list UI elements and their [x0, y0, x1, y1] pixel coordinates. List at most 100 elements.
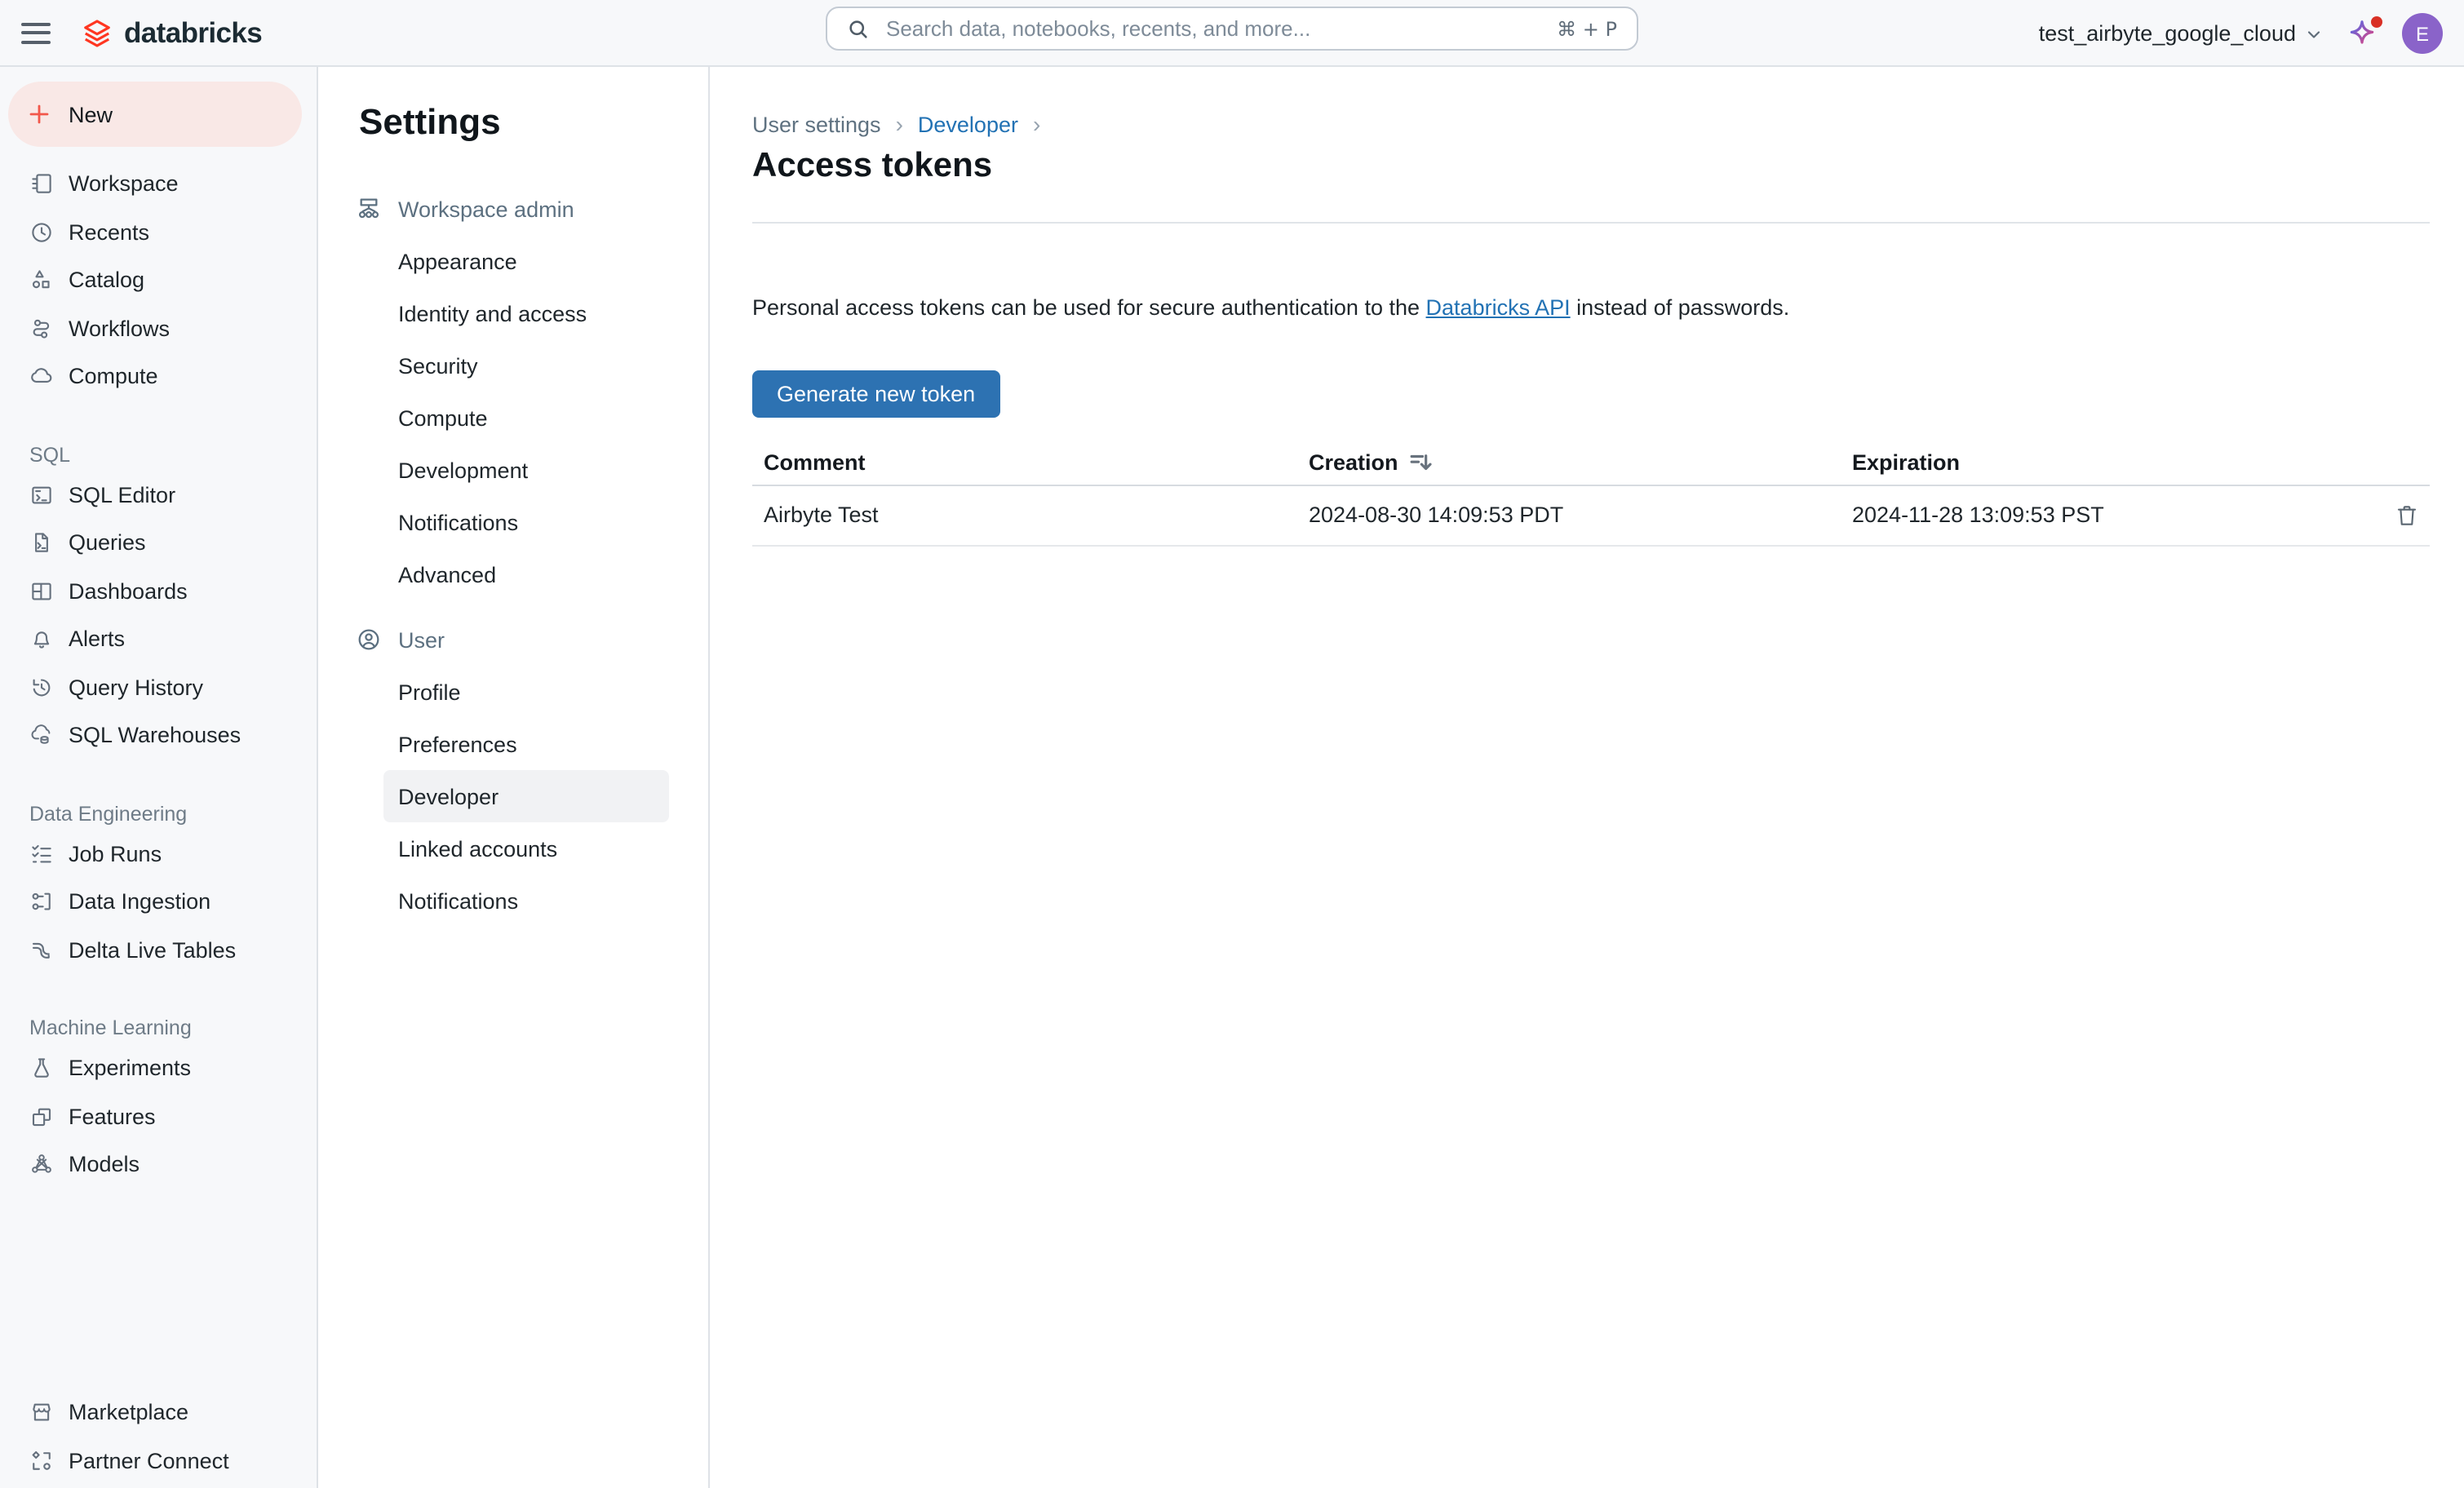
breadcrumb-separator: › — [1033, 111, 1040, 137]
search-input[interactable] — [883, 15, 1544, 42]
settings-nav: Settings Workspace admin Appearance Iden… — [318, 67, 710, 1488]
settings-item-linked-accounts[interactable]: Linked accounts — [318, 822, 708, 875]
sidebar-section-machine-learning: Machine Learning — [0, 1012, 317, 1044]
sidebar-sql-items: SQL Editor Queries Dashboards Alerts — [0, 471, 317, 760]
sidebar-item-label: Experiments — [69, 1056, 191, 1081]
sidebar-item-dashboards[interactable]: Dashboards — [0, 567, 317, 615]
sidebar-item-sql-editor[interactable]: SQL Editor — [0, 471, 317, 519]
sidebar-data-eng-items: Job Runs Data Ingestion Delta Live Table… — [0, 830, 317, 974]
plus-icon — [26, 101, 52, 127]
settings-group-header-workspace-admin[interactable]: Workspace admin — [318, 191, 708, 227]
sidebar-item-alerts[interactable]: Alerts — [0, 615, 317, 663]
generate-token-button[interactable]: Generate new token — [752, 370, 999, 417]
dashboards-icon — [29, 579, 54, 604]
title-divider — [752, 222, 2430, 224]
sidebar-item-experiments[interactable]: Experiments — [0, 1044, 317, 1092]
settings-item-notifications-admin[interactable]: Notifications — [318, 496, 708, 548]
checklist-icon — [29, 842, 54, 866]
settings-item-profile[interactable]: Profile — [318, 666, 708, 718]
breadcrumb-developer[interactable]: Developer — [918, 112, 1018, 136]
features-icon — [29, 1105, 54, 1129]
flask-icon — [29, 1056, 54, 1081]
sidebar-item-label: Data Ingestion — [69, 890, 211, 914]
settings-item-appearance[interactable]: Appearance — [318, 235, 708, 287]
sidebar-item-partner-connect[interactable]: Partner Connect — [0, 1437, 317, 1485]
sidebar-item-label: Workflows — [69, 317, 170, 341]
global-search[interactable]: ⌘ + P — [826, 7, 1638, 51]
search-shortcut: ⌘ + P — [1557, 17, 1617, 40]
settings-item-development[interactable]: Development — [318, 444, 708, 496]
sidebar-item-label: Workspace — [69, 172, 179, 197]
databricks-api-link[interactable]: Databricks API — [1426, 295, 1571, 320]
sidebar-item-marketplace[interactable]: Marketplace — [0, 1388, 317, 1437]
workspace-name: test_airbyte_google_cloud — [2039, 21, 2296, 46]
sidebar-item-label: Features — [69, 1105, 156, 1129]
sidebar-item-workflows[interactable]: Workflows — [0, 304, 317, 352]
sidebar-main-items: Workspace Recents Catalog Workflows — [0, 160, 317, 401]
avatar-initial: E — [2416, 22, 2429, 45]
workspace-switcher[interactable]: test_airbyte_google_cloud — [2039, 21, 2324, 46]
sql-editor-icon — [29, 483, 54, 507]
sidebar-item-sql-warehouses[interactable]: SQL Warehouses — [0, 711, 317, 760]
search-icon — [847, 17, 870, 40]
sidebar-item-query-history[interactable]: Query History — [0, 663, 317, 711]
settings-item-security[interactable]: Security — [318, 339, 708, 392]
sidebar-item-compute[interactable]: Compute — [0, 352, 317, 401]
sidebar-item-catalog[interactable]: Catalog — [0, 256, 317, 304]
assistant-sparkle-icon[interactable] — [2347, 17, 2379, 50]
org-chart-icon — [356, 196, 382, 222]
sidebar-item-models[interactable]: Models — [0, 1140, 317, 1189]
sidebar-item-label: Delta Live Tables — [69, 938, 236, 963]
sidebar-item-label: Query History — [69, 675, 203, 700]
settings-group-header-user[interactable]: User — [318, 622, 708, 658]
bell-icon — [29, 627, 54, 652]
sidebar-item-label: Job Runs — [69, 842, 162, 866]
token-creation: 2024-08-30 14:09:53 PDT — [1297, 503, 1841, 527]
tokens-table-header: Comment Creation Expiration — [752, 440, 2430, 485]
user-avatar[interactable]: E — [2402, 13, 2443, 54]
history-clock-icon — [29, 675, 54, 700]
hamburger-menu-icon[interactable] — [21, 15, 57, 51]
settings-group-label: Workspace admin — [398, 197, 574, 221]
catalog-shapes-icon — [29, 268, 54, 293]
chevron-down-icon — [2304, 24, 2324, 43]
settings-item-preferences[interactable]: Preferences — [318, 718, 708, 770]
trash-icon — [2394, 502, 2420, 528]
cloud-icon — [29, 365, 54, 389]
column-header-creation[interactable]: Creation — [1297, 450, 1841, 474]
sidebar-item-delta-live-tables[interactable]: Delta Live Tables — [0, 926, 317, 974]
settings-item-advanced[interactable]: Advanced — [318, 548, 708, 600]
sidebar-item-label: Recents — [69, 220, 149, 245]
sidebar-item-recents[interactable]: Recents — [0, 208, 317, 256]
settings-item-identity-and-access[interactable]: Identity and access — [318, 287, 708, 339]
sort-descending-icon[interactable] — [1408, 450, 1433, 474]
sidebar-item-label: Queries — [69, 531, 146, 556]
sidebar-item-label: Catalog — [69, 268, 144, 293]
notification-dot — [2371, 16, 2382, 27]
model-graph-icon — [29, 1153, 54, 1177]
databricks-logo[interactable]: databricks — [82, 16, 262, 50]
sidebar-item-label: Models — [69, 1153, 140, 1177]
new-button[interactable]: New — [8, 82, 302, 147]
breadcrumb: User settings › Developer › — [752, 111, 2464, 137]
column-header-comment: Comment — [752, 450, 1297, 474]
settings-item-developer[interactable]: Developer — [383, 770, 669, 822]
sidebar-section-data-engineering: Data Engineering — [0, 797, 317, 830]
sidebar-ml-items: Experiments Features Models — [0, 1044, 317, 1189]
sidebar-item-job-runs[interactable]: Job Runs — [0, 830, 317, 878]
sidebar-item-workspace[interactable]: Workspace — [0, 160, 317, 208]
new-button-label: New — [69, 102, 113, 126]
sidebar-item-queries[interactable]: Queries — [0, 519, 317, 567]
settings-item-compute[interactable]: Compute — [318, 392, 708, 444]
sidebar-item-label: SQL Warehouses — [69, 724, 241, 748]
settings-item-notifications-user[interactable]: Notifications — [318, 875, 708, 927]
delete-token-button[interactable] — [2358, 502, 2430, 528]
sidebar-item-label: Dashboards — [69, 579, 188, 604]
tokens-table: Comment Creation Expiration Airbyte Test… — [752, 440, 2430, 546]
workspace-icon — [29, 172, 54, 197]
warehouse-cloud-icon — [29, 724, 54, 748]
sidebar-item-features[interactable]: Features — [0, 1092, 317, 1140]
breadcrumb-user-settings[interactable]: User settings — [752, 112, 881, 136]
sidebar-item-data-ingestion[interactable]: Data Ingestion — [0, 878, 317, 926]
page-title: Access tokens — [752, 145, 2464, 188]
